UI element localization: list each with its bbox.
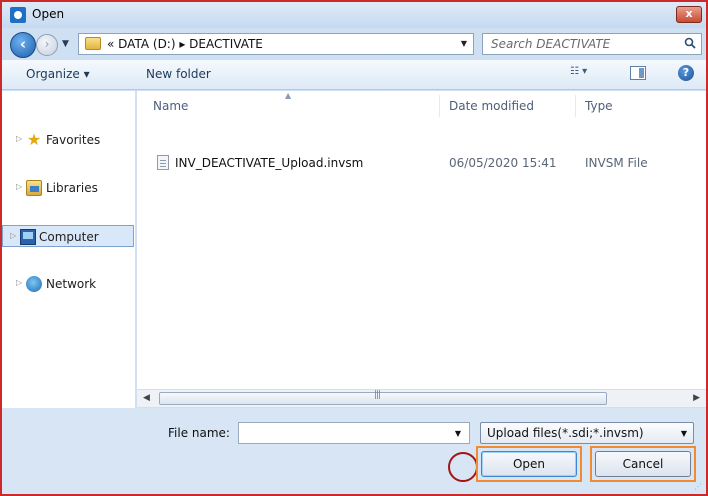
sidebar-item-label: Favorites bbox=[46, 133, 101, 147]
column-header-type[interactable]: Type bbox=[585, 99, 613, 113]
scroll-right-icon[interactable]: ▶ bbox=[693, 393, 700, 403]
preview-pane-icon[interactable] bbox=[630, 66, 646, 80]
close-button[interactable]: x bbox=[676, 6, 702, 23]
expand-arrow-icon[interactable]: ▷ bbox=[16, 182, 22, 191]
file-name: INV_DEACTIVATE_Upload.invsm bbox=[175, 156, 364, 170]
sidebar-item-libraries[interactable]: ▷ Libraries bbox=[2, 177, 134, 199]
navigation-pane: ▷ ★ Favorites ▷ Libraries ▷ Computer ▷ N… bbox=[2, 91, 136, 408]
file-row[interactable]: INV_DEACTIVATE_Upload.invsm 06/05/2020 1… bbox=[151, 153, 691, 173]
file-type-filter-value: Upload files(*.sdi;*.invsm) bbox=[487, 426, 644, 440]
change-view-icon[interactable]: ☷ ▾ bbox=[570, 66, 598, 82]
address-path[interactable]: « DATA (D:) ▸ DEACTIVATE bbox=[107, 37, 263, 51]
sidebar-item-label: Computer bbox=[39, 230, 99, 244]
cancel-button[interactable]: Cancel bbox=[595, 451, 691, 477]
folder-icon bbox=[85, 37, 101, 50]
sidebar-item-favorites[interactable]: ▷ ★ Favorites bbox=[2, 129, 134, 151]
new-folder-button[interactable]: New folder bbox=[146, 67, 211, 81]
app-icon bbox=[10, 7, 26, 23]
column-divider[interactable] bbox=[575, 95, 576, 117]
sidebar-item-network[interactable]: ▷ Network bbox=[2, 273, 134, 295]
column-header-name[interactable]: Name bbox=[153, 99, 188, 113]
sidebar-item-computer[interactable]: ▷ Computer bbox=[2, 225, 134, 247]
file-name-field[interactable]: ▼ bbox=[238, 422, 470, 444]
address-row: ‹ › ▼ « DATA (D:) ▸ DEACTIVATE ▼ bbox=[2, 28, 706, 60]
chevron-down-icon[interactable]: ▼ bbox=[681, 429, 687, 438]
column-divider[interactable] bbox=[439, 95, 440, 117]
title-bar[interactable]: Open x bbox=[2, 2, 706, 28]
scrollbar-grip-icon: ||| bbox=[374, 390, 381, 400]
sidebar-item-label: Network bbox=[46, 277, 97, 291]
open-dialog: Open x ‹ › ▼ « DATA (D:) ▸ DEACTIVATE ▼ … bbox=[0, 0, 708, 496]
libraries-icon bbox=[26, 180, 42, 196]
expand-arrow-icon[interactable]: ▷ bbox=[16, 134, 22, 143]
resize-grip-icon[interactable]: ⋰ bbox=[694, 482, 702, 491]
expand-arrow-icon[interactable]: ▷ bbox=[10, 231, 16, 240]
file-type-filter-select[interactable]: Upload files(*.sdi;*.invsm) ▼ bbox=[480, 422, 694, 444]
file-date-modified: 06/05/2020 15:41 bbox=[449, 156, 557, 170]
network-icon bbox=[26, 276, 42, 292]
forward-arrow-icon[interactable]: › bbox=[36, 34, 58, 56]
file-name-label: File name: bbox=[168, 426, 230, 440]
file-name-dropdown-icon[interactable]: ▼ bbox=[455, 429, 461, 438]
search-icon[interactable] bbox=[684, 37, 696, 49]
open-button[interactable]: Open bbox=[481, 451, 577, 477]
search-box[interactable] bbox=[482, 33, 702, 55]
command-toolbar: Organize ▾ New folder ☷ ▾ ? bbox=[2, 60, 706, 90]
window-title: Open bbox=[32, 7, 65, 21]
address-dropdown-icon[interactable]: ▼ bbox=[461, 39, 467, 48]
expand-arrow-icon[interactable]: ▷ bbox=[16, 278, 22, 287]
address-bar[interactable]: « DATA (D:) ▸ DEACTIVATE ▼ bbox=[78, 33, 474, 55]
file-list: ▲ Name Date modified Type INV_DEACTIVATE… bbox=[137, 91, 706, 389]
organize-button[interactable]: Organize ▾ bbox=[26, 67, 90, 81]
sidebar-item-label: Libraries bbox=[46, 181, 98, 195]
back-arrow-icon[interactable]: ‹ bbox=[10, 32, 36, 58]
horizontal-scrollbar[interactable]: ◀ ||| ▶ bbox=[137, 389, 706, 407]
scrollbar-thumb[interactable]: ||| bbox=[159, 390, 607, 405]
file-name-input[interactable] bbox=[239, 423, 439, 443]
search-input[interactable] bbox=[483, 34, 673, 54]
scroll-left-icon[interactable]: ◀ bbox=[143, 393, 150, 403]
file-type: INVSM File bbox=[585, 156, 648, 170]
sort-ascending-icon: ▲ bbox=[285, 91, 292, 100]
click-marker-circle bbox=[448, 452, 478, 482]
dialog-footer: File name: ▼ Upload files(*.sdi;*.invsm)… bbox=[2, 408, 706, 494]
column-header-date-modified[interactable]: Date modified bbox=[449, 99, 534, 113]
document-icon bbox=[157, 155, 169, 170]
star-icon: ★ bbox=[26, 130, 42, 149]
computer-icon bbox=[20, 229, 36, 245]
help-icon[interactable]: ? bbox=[678, 65, 694, 81]
recent-locations-dropdown-icon[interactable]: ▼ bbox=[62, 39, 69, 49]
